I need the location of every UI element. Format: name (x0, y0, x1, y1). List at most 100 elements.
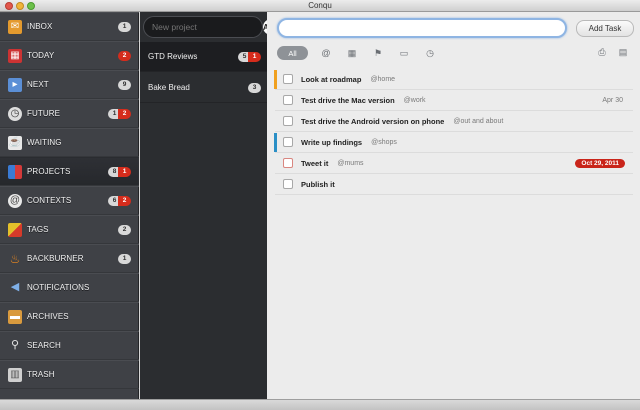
task-list: Look at roadmap @home Test drive the Mac… (274, 69, 633, 195)
new-project-field: Add (143, 16, 279, 38)
next-icon: ▸ (8, 77, 22, 92)
sidebar-item-label: TODAY (27, 51, 55, 60)
task-title: Publish it (301, 179, 335, 189)
flag-filter-icon[interactable]: ⚑ (370, 46, 386, 60)
new-project-input[interactable] (144, 18, 263, 36)
task-title: Test drive the Mac version (301, 95, 395, 105)
priority-marker (274, 133, 277, 152)
overdue-date-badge: Oct 29, 2011 (575, 158, 625, 168)
task-context: @shops (371, 138, 397, 146)
sidebar: ✉ INBOX 1 ▦ TODAY 2 ▸ NEXT 9 ◷ FUTURE 1 … (0, 12, 139, 399)
sidebar-item-backburner[interactable]: ♨ BACKBURNER 1 (0, 244, 139, 273)
count-badge: 2 (118, 195, 131, 206)
task-checkbox[interactable] (283, 74, 293, 84)
sidebar-item-label: CONTEXTS (27, 196, 72, 205)
filter-bar: All @ ▦ ⚑ ▭ ◷ (277, 45, 448, 61)
count-badge: 1 (248, 51, 261, 62)
filter-all-button[interactable]: All (277, 46, 308, 60)
sidebar-item-inbox[interactable]: ✉ INBOX 1 (0, 12, 139, 41)
task-checkbox[interactable] (283, 116, 293, 126)
count-badge: 2 (118, 224, 131, 235)
task-checkbox[interactable] (283, 179, 293, 189)
count-badge: 1 (118, 21, 131, 32)
sidebar-item-waiting[interactable]: ☕ WAITING (0, 128, 139, 157)
calendar-filter-icon[interactable]: ▦ (344, 46, 360, 60)
sidebar-item-next[interactable]: ▸ NEXT 9 (0, 70, 139, 99)
task-row[interactable]: Tweet it @mums Oct 29, 2011 (275, 153, 633, 174)
inbox-icon: ✉ (8, 19, 22, 34)
sidebar-item-label: ARCHIVES (27, 312, 69, 321)
task-context: @out and about (453, 117, 504, 125)
sidebar-item-label: WAITING (27, 138, 62, 147)
task-title: Tweet it (301, 158, 329, 168)
add-task-button[interactable]: Add Task (576, 20, 634, 37)
clock-icon: ◷ (8, 106, 22, 121)
megaphone-icon: ◀ (10, 281, 20, 293)
print-icon[interactable]: ⎙ (595, 46, 609, 58)
trash-icon: ▥ (8, 367, 22, 382)
at-icon: @ (8, 193, 22, 208)
projects-icon (8, 164, 22, 179)
project-name: GTD Reviews (148, 52, 198, 61)
sidebar-item-notifications[interactable]: ◀ NOTIFICATIONS (0, 273, 139, 302)
task-row[interactable]: Test drive the Android version on phone … (275, 111, 633, 132)
task-title: Look at roadmap (301, 74, 362, 84)
task-context: @mums (337, 159, 364, 167)
count-badge: 3 (248, 82, 261, 93)
task-checkbox[interactable] (283, 158, 293, 168)
task-title: Test drive the Android version on phone (301, 116, 445, 126)
sidebar-item-contexts[interactable]: @ CONTEXTS 6 2 (0, 186, 139, 215)
sidebar-item-archives[interactable]: ▬ ARCHIVES (0, 302, 139, 331)
sidebar-item-today[interactable]: ▦ TODAY 2 (0, 41, 139, 70)
flame-icon: ♨ (9, 251, 21, 266)
task-area: Add Task All @ ▦ ⚑ ▭ ◷ ⎙ ▤ Look at roadm… (267, 12, 640, 399)
projects-panel: Add GTD Reviews 5 1 Bake Bread 3 (140, 12, 279, 399)
magnifier-icon: ⚲ (10, 339, 20, 351)
task-row[interactable]: Test drive the Mac version @work Apr 30 (275, 90, 633, 111)
sidebar-item-label: SEARCH (27, 341, 61, 350)
window-title: Conqu (308, 1, 332, 10)
sidebar-item-label: NEXT (27, 80, 49, 89)
tag-icon (8, 222, 22, 237)
view-controls: ⎙ ▤ (588, 46, 630, 58)
sidebar-item-future[interactable]: ◷ FUTURE 1 2 (0, 99, 139, 128)
title-bar: Conqu (0, 0, 640, 12)
clock-filter-icon[interactable]: ◷ (422, 46, 438, 60)
task-checkbox[interactable] (283, 95, 293, 105)
count-badge: 2 (118, 108, 131, 119)
task-context: @work (403, 96, 426, 104)
task-row[interactable]: Write up findings @shops (274, 132, 633, 153)
sidebar-item-label: TAGS (27, 225, 49, 234)
sidebar-item-trash[interactable]: ▥ TRASH (0, 360, 139, 389)
count-badge: 1 (118, 253, 131, 264)
sidebar-item-label: BACKBURNER (27, 254, 84, 263)
sidebar-item-label: TRASH (27, 370, 55, 379)
at-filter-icon[interactable]: @ (318, 46, 334, 60)
task-title: Write up findings (301, 137, 363, 147)
sidebar-item-tags[interactable]: TAGS 2 (0, 215, 139, 244)
task-row[interactable]: Look at roadmap @home (274, 69, 633, 90)
count-badge: 9 (118, 79, 131, 90)
calendar-icon: ▦ (8, 48, 22, 63)
project-name: Bake Bread (148, 83, 190, 92)
battery-filter-icon[interactable]: ▭ (396, 46, 412, 60)
sidebar-item-search[interactable]: ⚲ SEARCH (0, 331, 139, 360)
sidebar-item-label: PROJECTS (27, 167, 71, 176)
task-row[interactable]: Publish it (275, 174, 633, 195)
columns-view-icon[interactable]: ▤ (616, 46, 630, 58)
sidebar-item-projects[interactable]: PROJECTS 8 1 (0, 157, 139, 186)
bottom-bar (0, 399, 640, 410)
project-item-gtd-reviews[interactable]: GTD Reviews 5 1 (140, 42, 267, 72)
cup-icon: ☕ (8, 135, 22, 150)
sidebar-item-label: INBOX (27, 22, 53, 31)
project-item-bake-bread[interactable]: Bake Bread 3 (140, 73, 267, 103)
new-task-input[interactable] (277, 18, 567, 38)
count-badge: 2 (118, 50, 131, 61)
task-checkbox[interactable] (283, 137, 293, 147)
priority-marker (274, 70, 277, 89)
sidebar-item-label: FUTURE (27, 109, 61, 118)
task-due-date: Apr 30 (602, 96, 623, 104)
count-badge: 1 (118, 166, 131, 177)
sidebar-item-label: NOTIFICATIONS (27, 283, 90, 292)
task-context: @home (370, 75, 396, 83)
